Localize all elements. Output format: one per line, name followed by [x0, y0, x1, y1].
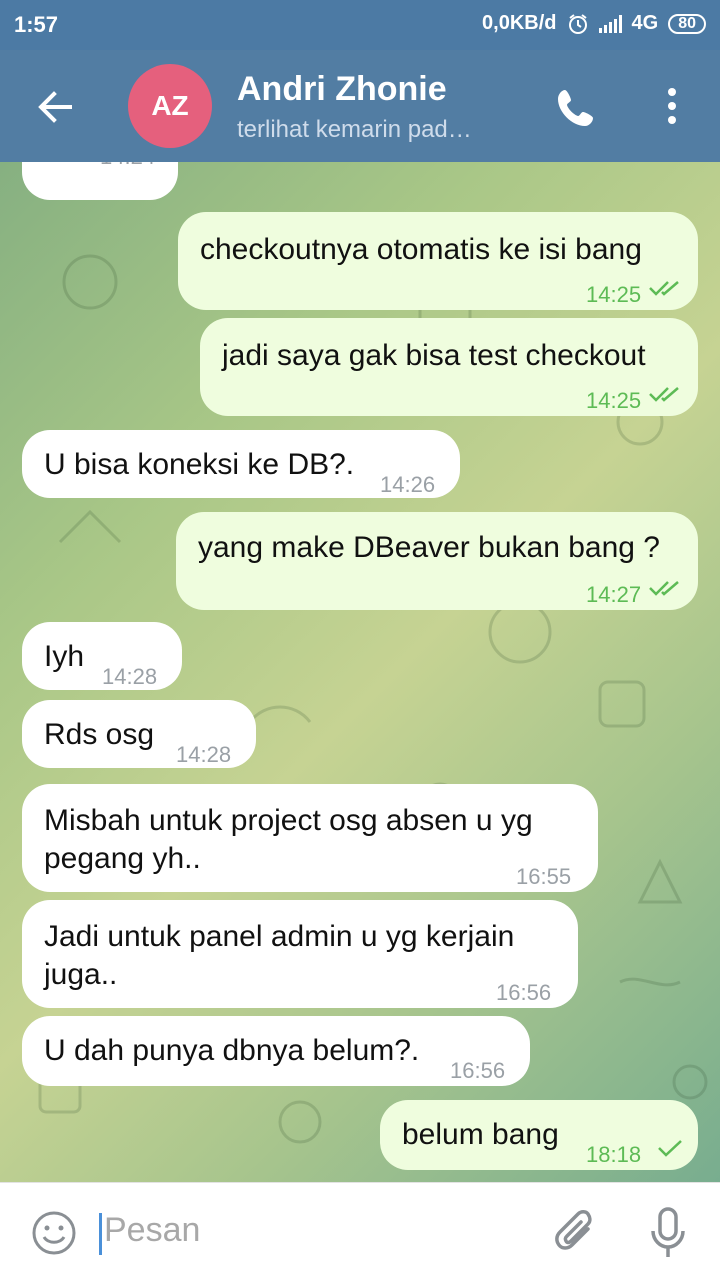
message-time: 14:25 — [586, 282, 642, 307]
message-text: belum bang — [402, 1118, 559, 1151]
message-text-line: Jadi untuk panel admin u yg kerjain — [44, 920, 515, 953]
message-text-line: Misbah untuk project osg absen u yg — [44, 804, 533, 837]
double-check-icon — [649, 581, 679, 596]
back-arrow-icon[interactable] — [30, 82, 80, 132]
avatar[interactable]: AZ — [128, 64, 212, 148]
message-bubble-incoming[interactable]: Rds osg 14:28 — [22, 700, 256, 768]
chat-area[interactable]: Ok 14:24 checkoutnya otomatis ke isi ban… — [0, 162, 720, 1182]
message-time: 14:28 — [176, 742, 232, 767]
message-bubble-incoming[interactable]: Jadi untuk panel admin u yg kerjain juga… — [22, 900, 578, 1008]
contact-name[interactable]: Andri Zhonie — [237, 70, 447, 109]
message-time: 14:24 — [100, 162, 155, 176]
status-bar: 1:57 0,0KB/d 4G 80 — [0, 0, 720, 50]
alarm-icon — [568, 13, 587, 34]
message-time: 16:56 — [450, 1058, 506, 1083]
emoji-icon[interactable] — [30, 1209, 78, 1257]
message-time: 18:18 — [586, 1142, 642, 1167]
message-time: 16:55 — [516, 864, 572, 889]
message-bubble-incoming[interactable]: Misbah untuk project osg absen u yg pega… — [22, 784, 598, 892]
check-icon — [658, 1140, 682, 1157]
more-vertical-icon[interactable] — [654, 84, 690, 132]
status-time: 1:57 — [14, 12, 59, 37]
message-text: U bisa koneksi ke DB?. — [44, 448, 355, 481]
network-speed: 0,0KB/d — [482, 12, 557, 34]
network-type: 4G — [631, 12, 659, 34]
double-check-icon — [649, 281, 679, 296]
message-text-line: juga.. — [44, 958, 118, 991]
message-text: jadi saya gak bisa test checkout — [222, 339, 646, 372]
message-bubble-outgoing[interactable]: checkoutnya otomatis ke isi bang 14:25 — [178, 212, 698, 310]
message-text: Iyh — [44, 640, 85, 673]
battery-icon: 80 — [668, 13, 706, 34]
message-bubble-outgoing[interactable]: belum bang 18:18 — [380, 1100, 698, 1170]
message-input-bar: Pesan — [0, 1182, 720, 1280]
message-time: 16:56 — [496, 980, 552, 1005]
message-text: Rds osg — [44, 718, 155, 751]
contact-last-seen: terlihat kemarin pad… — [237, 116, 472, 143]
signal-icon — [598, 14, 622, 33]
message-bubble-outgoing[interactable]: yang make DBeaver bukan bang ? 14:27 — [176, 512, 698, 610]
status-indicators: 0,0KB/d 4G 80 — [482, 12, 706, 35]
message-text: checkoutnya otomatis ke isi bang — [200, 233, 642, 266]
message-time: 14:28 — [102, 664, 158, 689]
paperclip-icon[interactable] — [554, 1209, 600, 1259]
message-time: 14:25 — [586, 388, 642, 413]
message-bubble-incoming[interactable]: U bisa koneksi ke DB?. 14:26 — [22, 430, 460, 498]
double-check-icon — [649, 387, 679, 402]
message-time: 14:26 — [380, 472, 436, 497]
message-bubble-outgoing[interactable]: jadi saya gak bisa test checkout 14:25 — [200, 318, 698, 416]
message-input[interactable]: Pesan — [104, 1211, 200, 1250]
phone-icon[interactable] — [552, 84, 600, 132]
message-text-line: pegang yh.. — [44, 842, 201, 875]
chat-header: AZ Andri Zhonie terlihat kemarin pad… — [0, 50, 720, 162]
message-text: yang make DBeaver bukan bang ? — [198, 531, 660, 564]
message-bubble-incoming[interactable]: Ok 14:24 — [22, 162, 178, 200]
message-text: U dah punya dbnya belum?. — [44, 1034, 420, 1067]
message-bubble-incoming[interactable]: Iyh 14:28 — [22, 622, 182, 690]
message-bubble-incoming[interactable]: U dah punya dbnya belum?. 16:56 — [22, 1016, 530, 1086]
message-time: 14:27 — [586, 582, 642, 607]
text-cursor — [99, 1213, 102, 1255]
microphone-icon[interactable] — [648, 1205, 688, 1261]
